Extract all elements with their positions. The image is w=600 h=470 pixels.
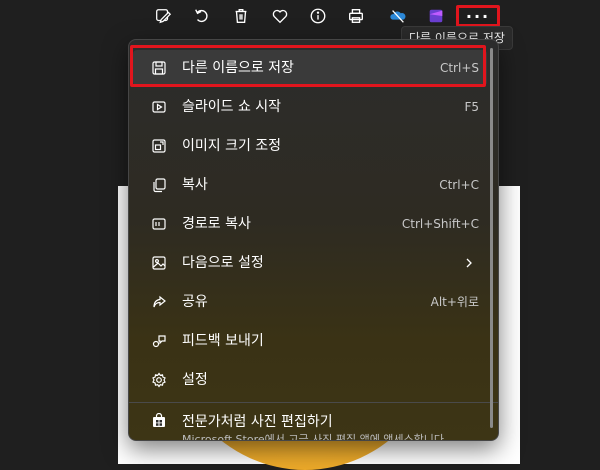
copy-path-icon — [151, 216, 167, 232]
menu-item-label: 피드백 보내기 — [182, 333, 264, 349]
chevron-right-icon — [466, 258, 472, 268]
menu-item-label: 설정 — [182, 372, 208, 388]
menu-separator — [129, 402, 498, 403]
store-promo-title: 전문가처럼 사진 편집하기 — [182, 414, 333, 430]
store-icon — [151, 412, 167, 429]
menu-item-share[interactable]: 공유 Alt+위로 — [133, 284, 487, 320]
store-promo-subtitle: Microsoft Store에서 고급 사진 편집 앱에 액세스합니다 — [182, 433, 445, 441]
menu-item-shortcut: Ctrl+C — [439, 178, 479, 192]
menu-item-label: 경로로 복사 — [182, 216, 251, 232]
menu-item-label: 다음으로 설정 — [182, 255, 264, 271]
menu-item-set-as[interactable]: 다음으로 설정 — [133, 245, 487, 281]
menu-item-shortcut: Alt+위로 — [430, 295, 479, 309]
set-as-icon — [151, 255, 167, 271]
slideshow-icon — [151, 99, 167, 115]
menu-item-copy-as-path[interactable]: 경로로 복사 Ctrl+Shift+C — [133, 206, 487, 242]
context-menu: 다른 이름으로 저장 Ctrl+S 슬라이드 쇼 시작 F5 이미지 크기 조정… — [128, 39, 499, 441]
menu-item-slideshow[interactable]: 슬라이드 쇼 시작 F5 — [133, 89, 487, 125]
menu-item-copy[interactable]: 복사 Ctrl+C — [133, 167, 487, 203]
favorite-icon[interactable] — [268, 4, 292, 28]
menu-item-shortcut: F5 — [464, 100, 479, 114]
feedback-icon — [151, 333, 167, 349]
menu-item-send-feedback[interactable]: 피드백 보내기 — [133, 323, 487, 359]
highlight-outline — [130, 45, 486, 87]
settings-icon — [151, 372, 167, 388]
print-icon[interactable] — [344, 4, 368, 28]
delete-icon[interactable] — [229, 4, 253, 28]
menu-item-store-promo[interactable]: 전문가처럼 사진 편집하기 Microsoft Store에서 고급 사진 편집… — [133, 405, 487, 441]
share-icon — [151, 294, 167, 310]
menu-item-settings[interactable]: 설정 — [133, 362, 487, 398]
menu-item-label: 공유 — [182, 294, 208, 310]
copy-icon — [151, 177, 167, 193]
menu-item-shortcut: Ctrl+Shift+C — [401, 217, 479, 231]
top-toolbar: ··· 다른 이름으로 저장 — [0, 0, 600, 50]
clipchamp-icon[interactable] — [424, 4, 448, 28]
menu-item-label: 슬라이드 쇼 시작 — [182, 99, 282, 115]
more-options-button[interactable]: ··· — [456, 5, 500, 27]
menu-scrollbar[interactable] — [490, 48, 493, 428]
menu-item-resize-image[interactable]: 이미지 크기 조정 — [133, 128, 487, 164]
menu-item-label: 이미지 크기 조정 — [182, 138, 282, 154]
menu-item-label: 복사 — [182, 177, 208, 193]
resize-icon — [151, 138, 167, 154]
info-icon[interactable] — [306, 4, 330, 28]
onedrive-icon[interactable] — [386, 4, 410, 28]
rotate-icon[interactable] — [190, 4, 214, 28]
more-icon: ··· — [465, 6, 491, 26]
edit-image-icon[interactable] — [151, 4, 175, 28]
